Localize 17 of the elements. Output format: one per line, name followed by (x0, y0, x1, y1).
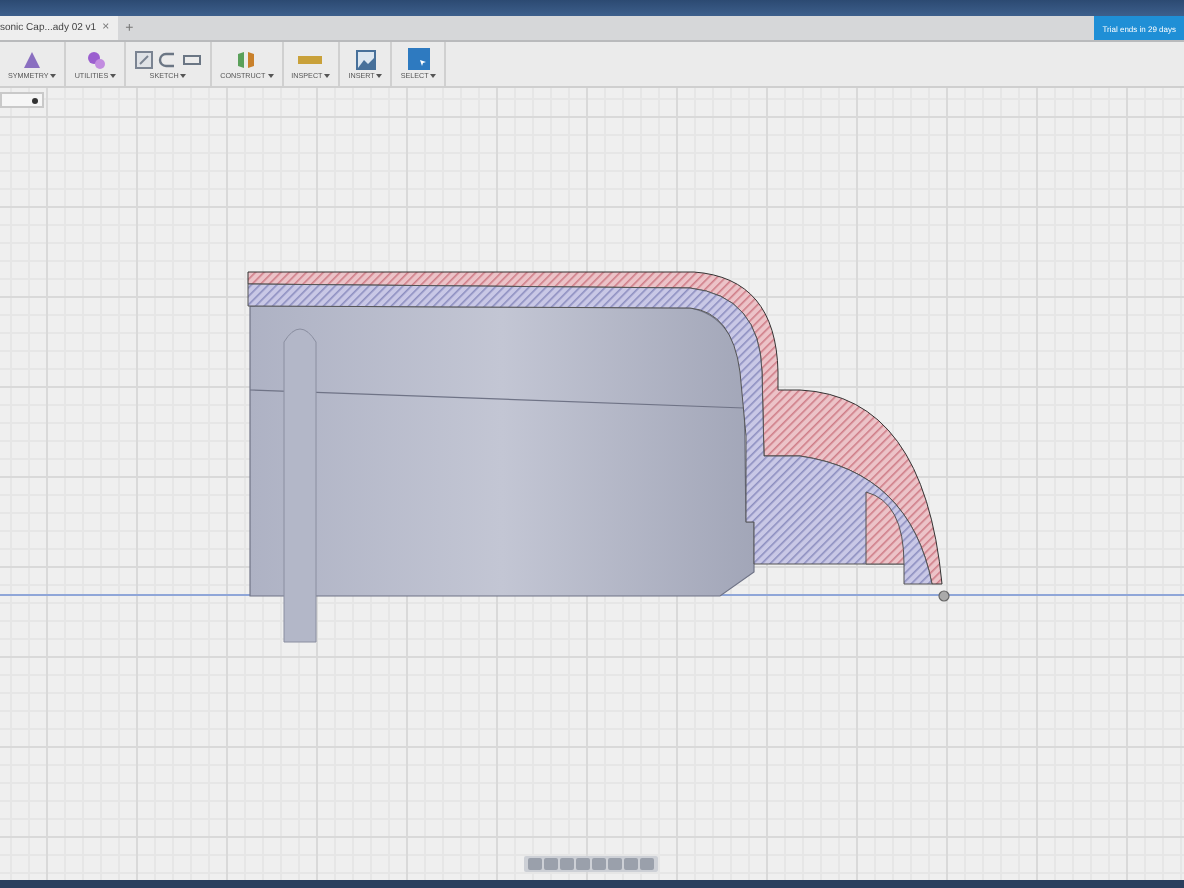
caret-icon (430, 74, 437, 78)
caret-icon (50, 73, 57, 77)
arc-icon[interactable] (158, 49, 179, 69)
caret-icon (376, 73, 383, 77)
caret-icon (267, 73, 274, 77)
rectangle-icon[interactable] (182, 49, 203, 69)
origin-icon (938, 590, 950, 602)
sketch-icon[interactable] (134, 49, 155, 69)
image-icon[interactable] (355, 49, 376, 69)
select-icon[interactable] (407, 48, 430, 70)
caret-icon (180, 73, 187, 77)
browser-panel[interactable] (0, 92, 44, 108)
caret-icon (324, 73, 331, 77)
pin-icon (32, 97, 38, 103)
caret-icon (110, 73, 117, 77)
pyramid-icon[interactable] (22, 49, 43, 69)
planes-icon[interactable] (236, 49, 257, 69)
